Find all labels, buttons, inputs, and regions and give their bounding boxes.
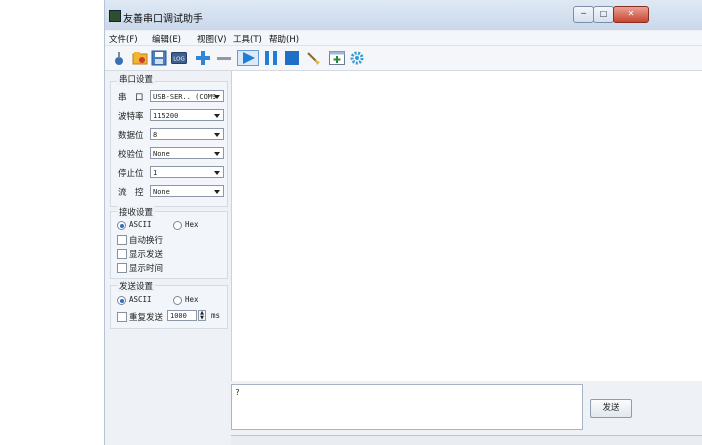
send-ascii-radio[interactable] bbox=[117, 296, 126, 305]
receive-settings-group: 接收设置 ASCII Hex 自动换行 显示发送 显示时间 bbox=[110, 206, 228, 279]
chevron-down-icon bbox=[214, 152, 220, 156]
show-time-label: 显示时间 bbox=[129, 264, 164, 274]
serial-settings-group: 串口设置 串 口 USB-SER.. (COM9 波特率 115200 数据位 … bbox=[110, 73, 228, 207]
menu-bar: 文件(F) 编辑(E) 视图(V) 工具(T) 帮助(H) bbox=[105, 31, 702, 46]
close-button[interactable]: ✕ bbox=[613, 6, 649, 23]
interval-unit: ms bbox=[211, 311, 221, 320]
receive-settings-title: 接收设置 bbox=[117, 206, 156, 218]
add-icon[interactable] bbox=[195, 50, 211, 66]
receive-ascii-radio[interactable] bbox=[117, 221, 126, 230]
log-icon-label: LOG bbox=[173, 57, 184, 63]
send-hex-label: Hex bbox=[185, 295, 199, 304]
repeat-interval-input[interactable]: 1000 bbox=[167, 310, 197, 321]
serial-settings-title: 串口设置 bbox=[117, 73, 156, 85]
auto-wrap-checkbox[interactable] bbox=[117, 235, 127, 245]
stop-icon[interactable] bbox=[284, 50, 300, 66]
play-icon[interactable] bbox=[237, 50, 259, 66]
app-icon bbox=[109, 10, 121, 22]
receive-hex-label: Hex bbox=[185, 220, 199, 229]
menu-file[interactable]: 文件(F) bbox=[109, 33, 138, 45]
chevron-down-icon bbox=[214, 171, 220, 175]
send-settings-title: 发送设置 bbox=[117, 280, 156, 292]
status-bar bbox=[231, 435, 702, 445]
baud-rate-label: 波特率 bbox=[118, 112, 144, 122]
remove-icon[interactable] bbox=[216, 50, 232, 66]
stop-bits-value: 1 bbox=[153, 169, 158, 177]
save-icon[interactable] bbox=[151, 50, 167, 66]
settings-panel: 串口设置 串 口 USB-SER.. (COM9 波特率 115200 数据位 … bbox=[108, 71, 228, 441]
interval-stepper[interactable]: ▲ ▼ bbox=[198, 310, 206, 321]
chevron-down-icon bbox=[214, 133, 220, 137]
data-bits-select[interactable]: 8 bbox=[150, 128, 224, 140]
repeat-send-label: 重复发送 bbox=[129, 313, 164, 323]
chevron-down-icon bbox=[214, 95, 220, 99]
port-label: 串 口 bbox=[118, 93, 144, 103]
toolbar: LOG bbox=[105, 46, 702, 71]
brush-icon[interactable] bbox=[305, 50, 321, 66]
show-time-checkbox[interactable] bbox=[117, 263, 127, 273]
show-send-label: 显示发送 bbox=[129, 250, 164, 260]
open-folder-icon[interactable] bbox=[132, 50, 148, 66]
menu-tools[interactable]: 工具(T) bbox=[233, 33, 262, 45]
clear-icon[interactable] bbox=[111, 50, 127, 66]
send-hex-radio[interactable] bbox=[173, 296, 182, 305]
send-button[interactable]: 发送 bbox=[590, 399, 632, 418]
minimize-button[interactable]: ─ bbox=[573, 6, 594, 23]
maximize-button[interactable]: □ bbox=[593, 6, 614, 23]
title-bar: 友善串口调试助手 ─ □ ✕ bbox=[105, 0, 702, 30]
stop-bits-select[interactable]: 1 bbox=[150, 166, 224, 178]
pause-icon[interactable] bbox=[263, 50, 279, 66]
menu-view[interactable]: 视图(V) bbox=[197, 33, 226, 45]
baud-rate-select[interactable]: 115200 bbox=[150, 109, 224, 121]
add-window-icon[interactable] bbox=[329, 50, 345, 66]
send-input[interactable]: ? bbox=[231, 384, 583, 430]
send-ascii-label: ASCII bbox=[129, 295, 152, 304]
parity-value: None bbox=[153, 150, 170, 158]
receive-output-area[interactable] bbox=[231, 71, 702, 381]
menu-edit[interactable]: 编辑(E) bbox=[152, 33, 181, 45]
send-settings-group: 发送设置 ASCII Hex 重复发送 1000 ▲ ▼ ms bbox=[110, 280, 228, 329]
app-window: 友善串口调试助手 ─ □ ✕ 文件(F) 编辑(E) 视图(V) 工具(T) 帮… bbox=[104, 0, 702, 445]
port-select[interactable]: USB-SER.. (COM9 bbox=[150, 90, 224, 102]
flow-control-label: 流 控 bbox=[118, 188, 144, 198]
auto-wrap-label: 自动换行 bbox=[129, 236, 164, 246]
chevron-down-icon bbox=[214, 190, 220, 194]
receive-ascii-label: ASCII bbox=[129, 220, 152, 229]
chevron-down-icon bbox=[214, 114, 220, 118]
repeat-send-checkbox[interactable] bbox=[117, 312, 127, 322]
flow-control-value: None bbox=[153, 188, 170, 196]
receive-hex-radio[interactable] bbox=[173, 221, 182, 230]
stop-bits-label: 停止位 bbox=[118, 169, 144, 179]
parity-label: 校验位 bbox=[118, 150, 144, 160]
data-bits-value: 8 bbox=[153, 131, 158, 139]
log-icon[interactable]: LOG bbox=[171, 50, 187, 66]
menu-help[interactable]: 帮助(H) bbox=[269, 33, 299, 45]
parity-select[interactable]: None bbox=[150, 147, 224, 159]
show-send-checkbox[interactable] bbox=[117, 249, 127, 259]
window-title: 友善串口调试助手 bbox=[123, 14, 203, 25]
port-value: USB-SER.. (COM9 bbox=[153, 93, 217, 101]
data-bits-label: 数据位 bbox=[118, 131, 144, 141]
settings-icon[interactable] bbox=[349, 50, 365, 66]
flow-control-select[interactable]: None bbox=[150, 185, 224, 197]
baud-rate-value: 115200 bbox=[153, 112, 179, 120]
